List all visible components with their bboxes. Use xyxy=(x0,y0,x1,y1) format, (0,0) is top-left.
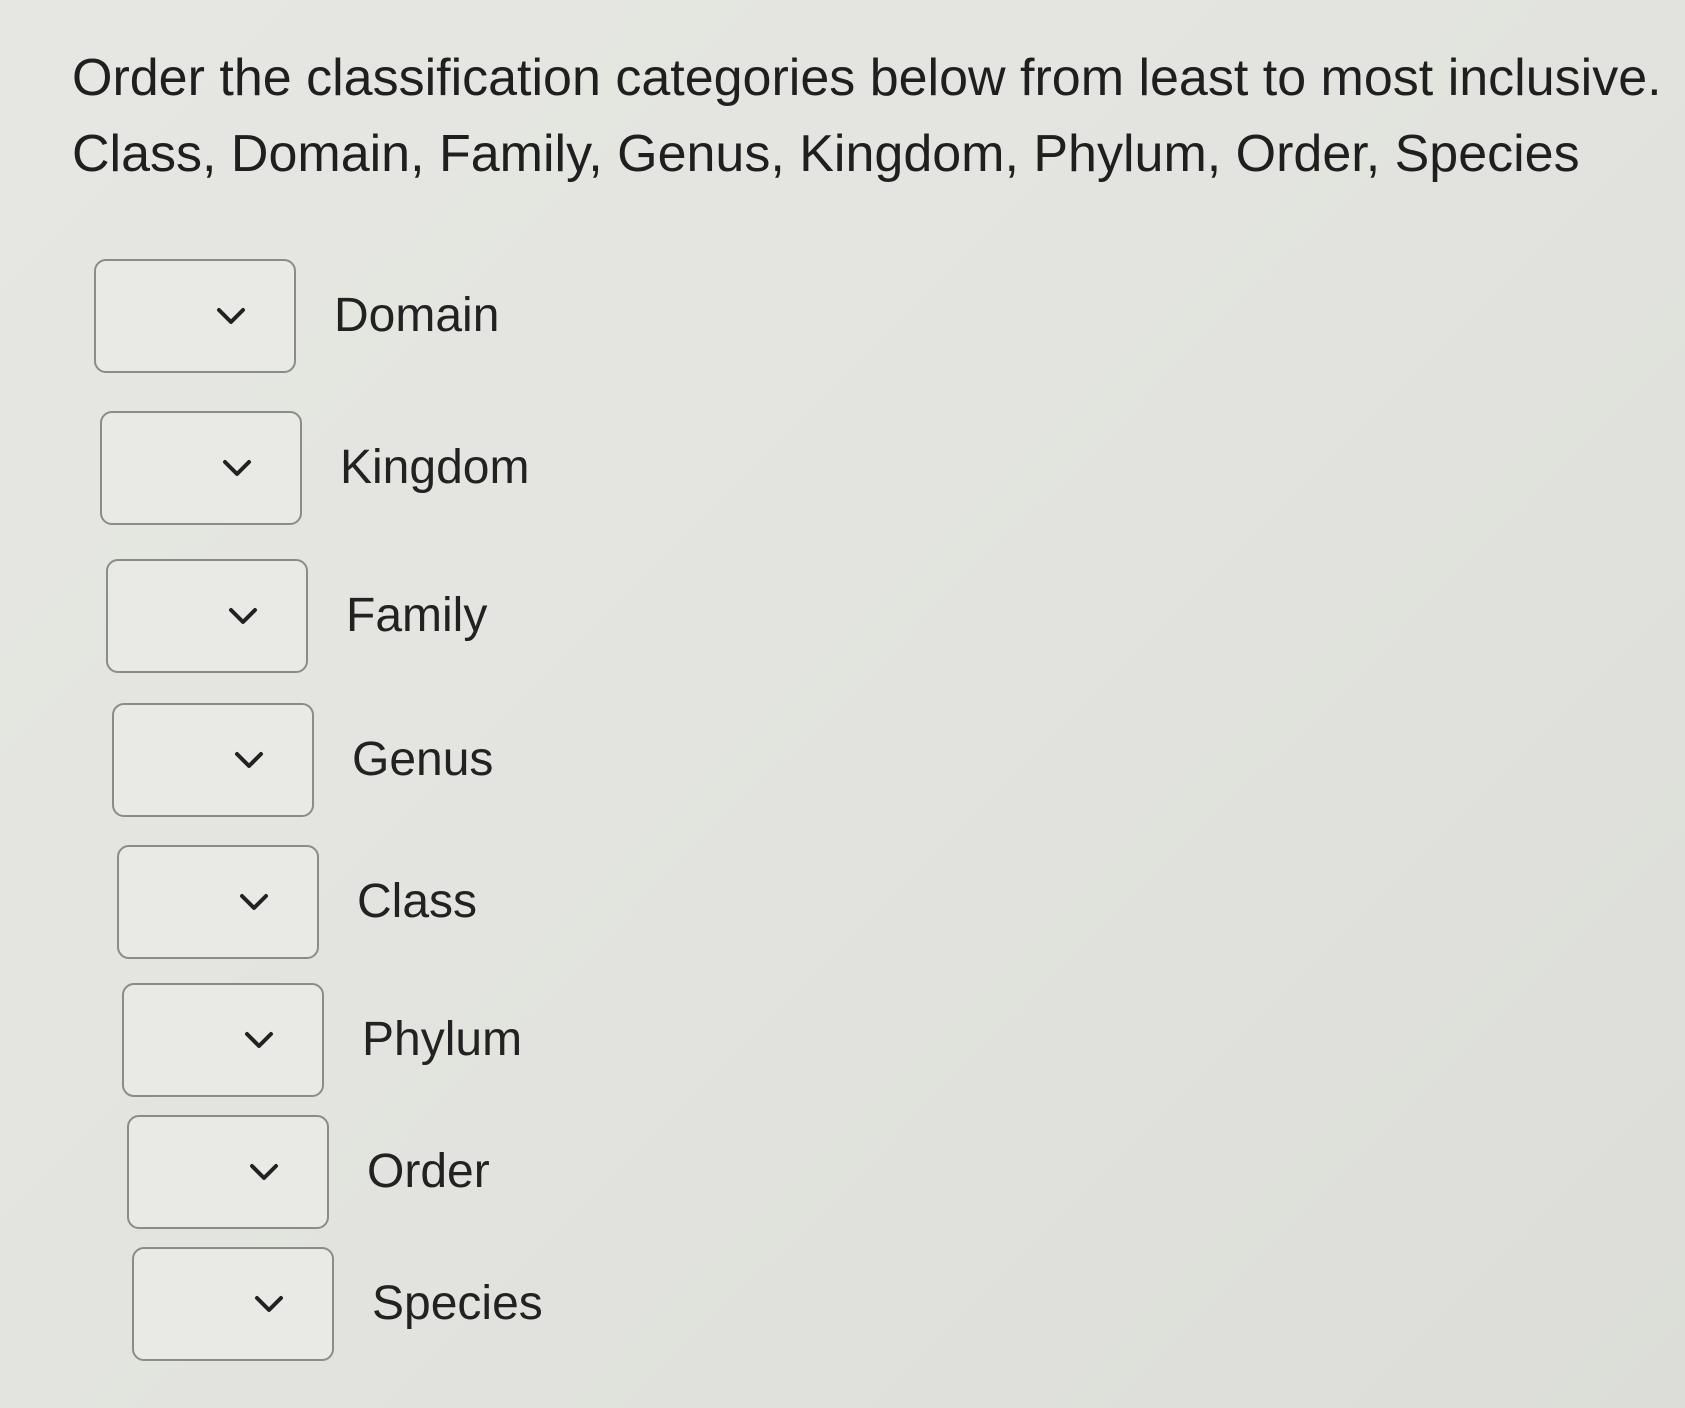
rank-8-dropdown[interactable] xyxy=(132,1247,334,1361)
chevron-down-icon xyxy=(254,1294,284,1314)
ranking-row: Genus xyxy=(112,700,493,820)
chevron-down-icon xyxy=(234,750,264,770)
ranking-row: Species xyxy=(132,1244,543,1364)
rank-1-dropdown[interactable] xyxy=(94,259,296,373)
rank-5-dropdown[interactable] xyxy=(117,845,319,959)
category-label-species: Species xyxy=(372,1277,543,1330)
category-label-genus: Genus xyxy=(352,733,494,786)
category-label-family: Family xyxy=(346,589,488,642)
category-label-class: Class xyxy=(357,875,478,928)
ranking-row: Class xyxy=(117,842,477,962)
chevron-down-icon xyxy=(249,1162,279,1182)
category-label-domain: Domain xyxy=(334,289,500,342)
category-label-order: Order xyxy=(367,1145,490,1198)
ranking-row: Domain xyxy=(94,256,499,376)
category-label-phylum: Phylum xyxy=(362,1013,523,1066)
rank-2-dropdown[interactable] xyxy=(100,411,302,525)
rank-6-dropdown[interactable] xyxy=(122,983,324,1097)
chevron-down-icon xyxy=(244,1030,274,1050)
chevron-down-icon xyxy=(222,458,252,478)
rank-3-dropdown[interactable] xyxy=(106,559,308,673)
ranking-row: Family xyxy=(106,556,487,676)
chevron-down-icon xyxy=(228,606,258,626)
chevron-down-icon xyxy=(216,306,246,326)
ranking-row: Order xyxy=(127,1112,490,1232)
ranking-row: Kingdom xyxy=(100,408,529,528)
ranking-list: Domain Kingdom Family Genus Class Phylum… xyxy=(0,0,1685,1408)
category-label-kingdom: Kingdom xyxy=(340,441,530,494)
chevron-down-icon xyxy=(239,892,269,912)
rank-7-dropdown[interactable] xyxy=(127,1115,329,1229)
rank-4-dropdown[interactable] xyxy=(112,703,314,817)
ranking-row: Phylum xyxy=(122,980,522,1100)
